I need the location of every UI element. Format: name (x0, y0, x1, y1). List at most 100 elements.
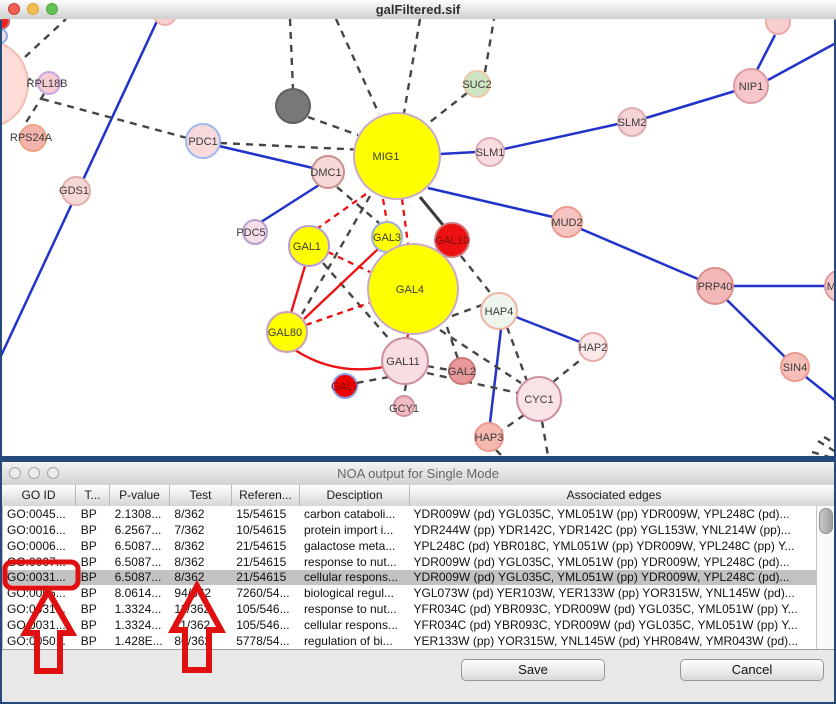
cell-col3: 8/362 (170, 507, 232, 521)
edge-dash[interactable] (42, 99, 187, 138)
column-header-4[interactable]: Referen... (232, 485, 300, 506)
node-corner-blue[interactable] (2, 29, 7, 43)
table-row[interactable]: GO:0050...BP1.428E...80/3625778/54...reg… (3, 633, 816, 649)
edge-dash[interactable] (507, 327, 527, 381)
edge-dash[interactable] (452, 305, 482, 316)
edge-dash[interactable] (496, 450, 504, 456)
edge-dark[interactable] (420, 197, 443, 225)
table-row[interactable]: GO:0016...BP6.2567...7/36210/54615protei… (3, 522, 816, 538)
edge-dash[interactable] (427, 366, 449, 370)
edge-dash[interactable] (290, 19, 293, 89)
table-row[interactable]: GO:0045...BP2.1308...8/36215/54615carbon… (3, 506, 816, 522)
edge-dash[interactable] (501, 415, 524, 431)
table-row[interactable]: GO:0065...BP8.0614...94/3627260/54...bio… (3, 585, 816, 601)
cancel-button[interactable]: Cancel (680, 659, 824, 681)
save-button[interactable]: Save (461, 659, 605, 681)
divider (2, 649, 834, 650)
edge-blue[interactable] (757, 35, 775, 70)
edge-dash[interactable] (356, 377, 389, 383)
edge-blue[interactable] (768, 43, 834, 80)
node-label-GAL80: GAL80 (268, 327, 302, 339)
noa-window-titlebar[interactable]: NOA output for Single Mode (2, 462, 834, 486)
cell-col3: 7/362 (170, 523, 232, 537)
edge-dash[interactable] (824, 437, 834, 444)
edge-dash[interactable] (553, 357, 584, 382)
edge-dash[interactable] (542, 421, 548, 456)
network-canvas[interactable]: RPL18BRPS24AGDS1PDC1DMC1MIG1SLM1SUC2SLM2… (2, 19, 834, 456)
edge-dash[interactable] (461, 256, 492, 295)
cell-col4: 21/54615 (232, 555, 300, 569)
cell-col1: BP (77, 602, 111, 616)
edge-dash[interactable] (25, 94, 44, 124)
edge-blue[interactable] (440, 152, 476, 154)
edge-blue[interactable] (219, 146, 313, 168)
edge-reddash[interactable] (306, 303, 369, 325)
cell-col4: 10/54615 (232, 523, 300, 537)
edge-dash[interactable] (336, 19, 379, 114)
edge-reddash[interactable] (318, 194, 366, 228)
edge-dash[interactable] (818, 441, 834, 452)
node-label-RPS24A: RPS24A (10, 132, 53, 144)
cell-col5: carbon cataboli... (300, 507, 410, 521)
node-label-GCY1: GCY1 (389, 403, 419, 415)
edge-dash[interactable] (430, 93, 467, 122)
table-row[interactable]: GO:0007...BP6.5087...8/36221/54615respon… (3, 554, 816, 570)
network-edges (2, 19, 834, 456)
cell-col4: 15/54615 (232, 507, 300, 521)
node-label-GAL2: GAL2 (448, 366, 476, 378)
vertical-scrollbar[interactable] (816, 506, 834, 649)
cell-col1: BP (77, 618, 111, 632)
cell-col6: YDR009W (pd) YGL035C, YML051W (pp) YDR00… (410, 555, 816, 569)
node-tr-pink[interactable] (766, 19, 790, 34)
edge-blue[interactable] (727, 300, 785, 357)
cell-col5: biological regul... (300, 586, 410, 600)
table-row[interactable]: GO:0031...BP6.5087...8/36221/54615cellul… (3, 570, 816, 586)
edge-dash[interactable] (404, 19, 420, 113)
edge-blue[interactable] (806, 377, 834, 401)
edge-dash[interactable] (812, 452, 834, 456)
column-header-3[interactable]: Test (170, 485, 232, 506)
table-row[interactable]: GO:0006...BP6.5087...8/36221/54615galact… (3, 538, 816, 554)
table-row[interactable]: GO:0031...BP1.3324...11/362105/546...res… (3, 601, 816, 617)
node-top-pink[interactable] (154, 19, 176, 25)
edge-blue[interactable] (428, 188, 553, 217)
edge-blue[interactable] (646, 91, 735, 118)
table-row[interactable]: GO:0031...BP1.3324...11/362105/546...cel… (3, 617, 816, 633)
node-label-DMC1: DMC1 (310, 167, 341, 179)
edge-red[interactable] (291, 266, 305, 313)
edge-dash[interactable] (447, 327, 458, 359)
edge-dash[interactable] (485, 19, 494, 72)
column-header-0[interactable]: GO ID (2, 485, 76, 506)
edge-dash[interactable] (25, 19, 66, 57)
scrollbar-thumb[interactable] (819, 508, 833, 534)
cell-col2: 6.5087... (111, 570, 171, 584)
node-label-PDC5: PDC5 (236, 227, 265, 239)
noa-window-title: NOA output for Single Mode (2, 466, 834, 481)
network-window-titlebar[interactable]: galFiltered.sif (0, 0, 836, 20)
edge-dash[interactable] (308, 117, 358, 135)
node-label-GAL10: GAL10 (435, 235, 469, 247)
column-header-6[interactable]: Associated edges (410, 485, 818, 506)
node-label-GAL3: GAL3 (373, 232, 401, 244)
node-gray-node[interactable] (276, 89, 310, 123)
node-cluster-left[interactable] (2, 40, 28, 128)
column-header-1[interactable]: T... (76, 485, 110, 506)
edge-reddash[interactable] (383, 199, 387, 222)
column-header-2[interactable]: P-value (110, 485, 170, 506)
edge-blue[interactable] (490, 329, 501, 423)
node-corner-red[interactable] (2, 19, 9, 29)
column-header-5[interactable]: Desciption (300, 485, 410, 506)
edge-red[interactable] (295, 350, 384, 369)
node-label-SLM1: SLM1 (476, 147, 505, 159)
cell-col3: 8/362 (170, 539, 232, 553)
edge-blue[interactable] (504, 124, 618, 149)
cell-col6: YPL248C (pd) YBR018C, YML051W (pp) YDR00… (410, 539, 816, 553)
node-label-HAP2: HAP2 (579, 342, 608, 354)
edge-blue[interactable] (261, 185, 319, 222)
edge-dash[interactable] (220, 143, 365, 150)
cell-col1: BP (77, 555, 111, 569)
edge-blue[interactable] (516, 317, 580, 342)
node-label-SLM2: SLM2 (618, 117, 647, 129)
edge-blue[interactable] (581, 229, 698, 279)
cell-col6: YFR034C (pd) YBR093C, YDR009W (pd) YGL03… (410, 618, 816, 632)
